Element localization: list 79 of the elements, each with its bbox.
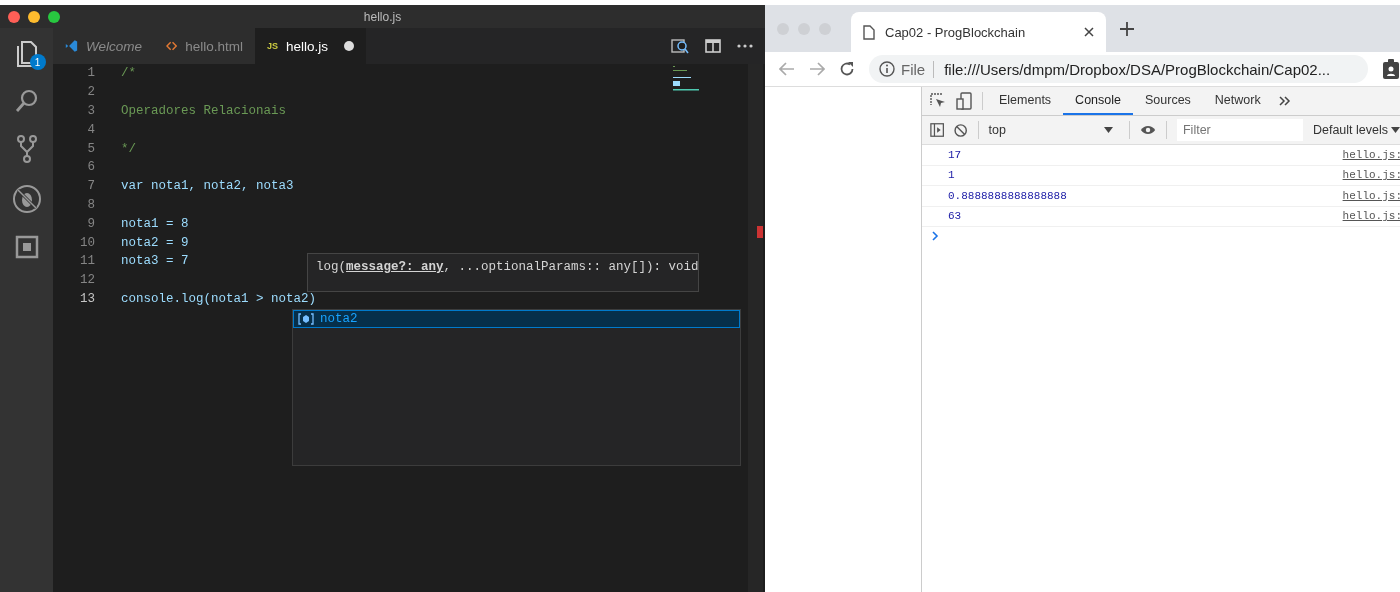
- code-line: */: [121, 141, 136, 156]
- filter-field[interactable]: Filter: [1176, 119, 1303, 141]
- browser-tab[interactable]: Cap02 - ProgBlockchain: [851, 12, 1106, 52]
- split-editor-icon[interactable]: [705, 38, 721, 54]
- editor-tab[interactable]: JS hello.js: [255, 28, 366, 64]
- console-value: 17: [948, 148, 963, 161]
- code-line: nota1 = 8: [121, 216, 189, 231]
- code-line: Operadores Relacionais: [121, 104, 287, 118]
- source-link[interactable]: hello.js:: [1342, 169, 1400, 182]
- scheme-label: File: [901, 60, 935, 78]
- line-number: 4: [86, 122, 95, 137]
- line-number: 6: [86, 160, 95, 175]
- line-number: 8: [86, 197, 95, 212]
- source-link[interactable]: hello.js:: [1342, 210, 1400, 223]
- more-tabs-icon[interactable]: [1278, 96, 1291, 106]
- devtools-tab[interactable]: Network: [1202, 87, 1273, 115]
- reload-icon[interactable]: [839, 61, 855, 77]
- devtools-tab[interactable]: Sources: [1133, 87, 1203, 115]
- info-icon: [879, 61, 895, 77]
- code-line: nota3 = 7: [121, 254, 189, 269]
- code-line: nota2 = 9: [121, 235, 189, 250]
- new-tab-icon[interactable]: [1120, 21, 1134, 36]
- line-number: 12: [79, 273, 95, 288]
- line-number: 1: [86, 66, 95, 81]
- suggestion-item[interactable]: nota2: [293, 310, 740, 328]
- branch-icon[interactable]: [14, 134, 39, 164]
- prompt-icon: [932, 231, 939, 241]
- code-line: var nota1, nota2, nota3: [121, 179, 294, 194]
- caret-icon: [1104, 127, 1114, 133]
- line-number: 9: [86, 216, 95, 231]
- devtools-tab[interactable]: Elements: [987, 87, 1064, 115]
- editor-tab[interactable]: Welcome: [53, 28, 154, 64]
- line-number: 13: [79, 291, 95, 306]
- line-number: 3: [86, 104, 95, 118]
- line-number: 2: [86, 85, 95, 100]
- code-icon: [166, 40, 178, 52]
- inspect-icon[interactable]: [930, 93, 946, 109]
- window-title: hello.js: [363, 9, 402, 24]
- close-button[interactable]: [8, 11, 20, 23]
- notification-badge: 1: [29, 54, 46, 70]
- caret-icon: [1391, 127, 1400, 133]
- console-value: 1: [948, 169, 956, 182]
- context-dropdown[interactable]: top: [988, 123, 1120, 137]
- source-link[interactable]: hello.js:: [1342, 148, 1400, 161]
- open-changes-icon[interactable]: [671, 37, 689, 55]
- line-number: 10: [79, 235, 95, 250]
- signature-hint: log(message?: any, ...optionalParams:: any[]): void: [307, 253, 699, 292]
- vscode-logo-icon: [65, 38, 78, 54]
- clipboard-icon[interactable]: [1382, 59, 1400, 79]
- clear-icon[interactable]: [954, 122, 968, 138]
- console-value: 63: [948, 210, 963, 223]
- sidebar-icon[interactable]: [930, 122, 945, 138]
- tab-title: Cap02 - ProgBlockchain: [885, 24, 1027, 40]
- line-number: 7: [86, 179, 95, 194]
- variable-icon: [298, 313, 314, 325]
- zoom-button[interactable]: [48, 11, 60, 23]
- code-line: /*: [121, 66, 136, 81]
- unsaved-dot-icon: [344, 41, 354, 51]
- minimap-drawing: [671, 66, 701, 94]
- editor-tab[interactable]: hello.html: [154, 28, 255, 64]
- console-value: 0.8888888888888888: [948, 189, 1068, 202]
- close-icon[interactable]: [1084, 27, 1094, 37]
- more-icon[interactable]: [737, 44, 753, 48]
- device-icon[interactable]: [956, 92, 972, 110]
- js-icon: JS: [267, 41, 278, 51]
- code-line: console.log(nota1 > nota2): [121, 291, 317, 306]
- bug-icon[interactable]: [11, 184, 42, 214]
- document-icon: [863, 24, 875, 40]
- source-link[interactable]: hello.js:: [1342, 189, 1400, 202]
- eye-icon[interactable]: [1140, 124, 1157, 136]
- extensions-icon[interactable]: [13, 234, 40, 260]
- minimize-button[interactable]: [28, 11, 40, 23]
- line-number: 11: [79, 254, 95, 269]
- address-bar[interactable]: File file:///Users/dmpm/Dropbox/DSA/ProgBlockchain/Cap02...: [869, 55, 1368, 83]
- error-marker: [757, 226, 763, 238]
- url-text: file:///Users/dmpm/Dropbox/DSA/ProgBlockchain/Cap02...: [943, 60, 1331, 78]
- search-icon[interactable]: [13, 88, 40, 114]
- line-number: 5: [86, 141, 95, 156]
- levels-dropdown[interactable]: Default levels: [1312, 123, 1400, 137]
